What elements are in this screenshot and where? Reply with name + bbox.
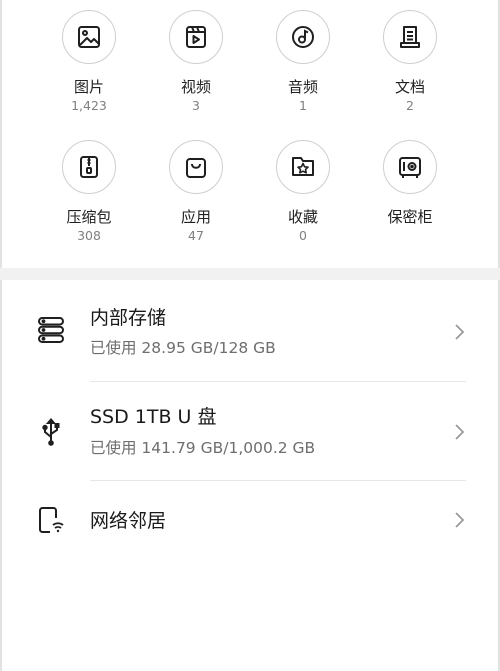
internal-storage-icon (38, 317, 64, 343)
category-archives[interactable]: 压缩包 308 (35, 140, 143, 244)
category-label: 应用 (180, 208, 211, 226)
category-videos[interactable]: 视频 3 (142, 10, 250, 114)
category-documents[interactable]: 文档 2 (356, 10, 464, 114)
network-neighbor-icon (39, 507, 64, 533)
document-icon (383, 10, 437, 64)
section-divider (0, 268, 500, 280)
safe-icon (383, 140, 437, 194)
category-label: 图片 (73, 78, 104, 96)
chevron-right-icon (455, 512, 465, 528)
storage-title: 内部存储 (90, 307, 167, 329)
category-grid: 图片 1,423 视频 3 音频 1 文档 2 压缩包 308 应用 47 收藏… (0, 0, 500, 262)
audio-icon (276, 10, 330, 64)
category-count: 3 (192, 98, 200, 113)
category-label: 文档 (394, 78, 425, 96)
category-count: 308 (77, 228, 101, 243)
storage-title: 网络邻居 (90, 510, 167, 532)
chevron-right-icon (455, 424, 465, 440)
category-apps[interactable]: 应用 47 (142, 140, 250, 244)
storage-usage: 已使用 28.95 GB/128 GB (90, 339, 276, 357)
usb-icon (42, 417, 60, 446)
image-icon (62, 10, 116, 64)
storage-item-internal[interactable]: 内部存储 已使用 28.95 GB/128 GB (0, 282, 500, 382)
archive-icon (62, 140, 116, 194)
category-audio[interactable]: 音频 1 (249, 10, 357, 114)
category-count: 1,423 (71, 98, 107, 113)
video-icon (169, 10, 223, 64)
category-favorites[interactable]: 收藏 0 (249, 140, 357, 244)
category-label: 收藏 (287, 208, 318, 226)
category-count: 1 (299, 98, 307, 113)
category-safe[interactable]: 保密柜 (356, 140, 464, 228)
storage-item-network[interactable]: 网络邻居 (0, 481, 500, 561)
category-count: 47 (188, 228, 204, 243)
category-label: 视频 (180, 78, 211, 96)
category-count: 2 (406, 98, 414, 113)
storage-usage: 已使用 141.79 GB/1,000.2 GB (90, 439, 316, 457)
category-images[interactable]: 图片 1,423 (35, 10, 143, 114)
category-label: 保密柜 (387, 208, 433, 226)
chevron-right-icon (455, 324, 465, 340)
category-count: 0 (299, 228, 307, 243)
storage-title: SSD 1TB U 盘 (90, 406, 217, 428)
storage-item-usb[interactable]: SSD 1TB U 盘 已使用 141.79 GB/1,000.2 GB (0, 382, 500, 482)
category-label: 音频 (287, 78, 318, 96)
app-bag-icon (169, 140, 223, 194)
category-label: 压缩包 (66, 208, 112, 226)
favorites-icon (276, 140, 330, 194)
